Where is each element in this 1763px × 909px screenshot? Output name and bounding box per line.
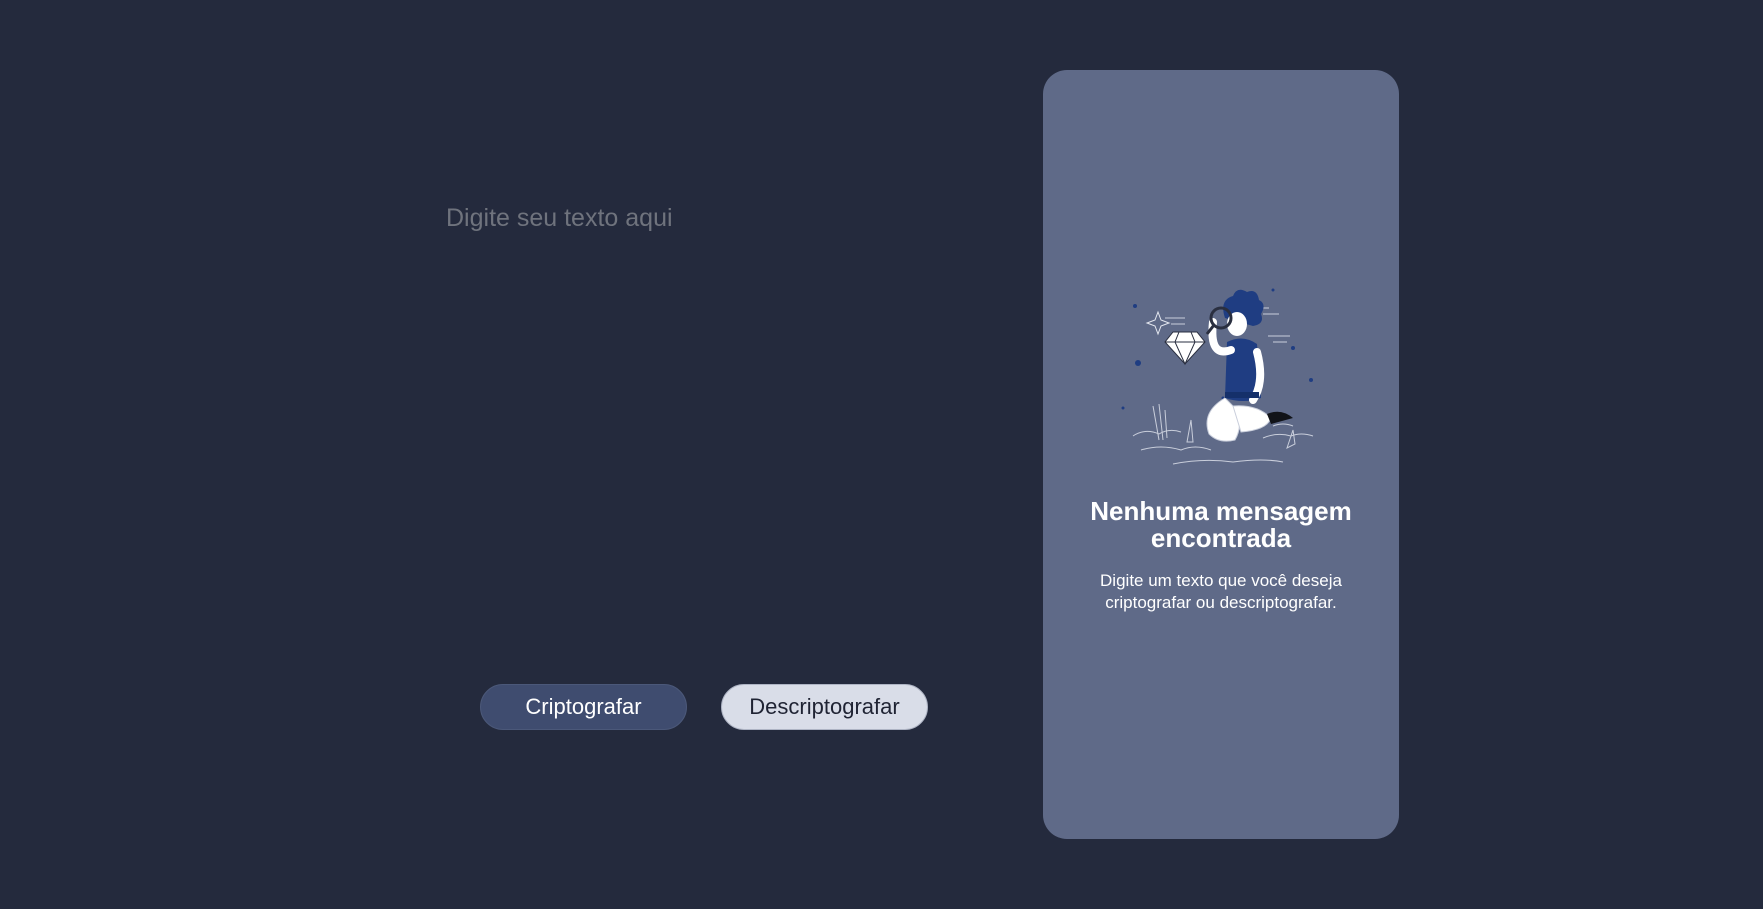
person-with-magnifier-illustration-icon <box>1121 288 1314 465</box>
encrypt-button[interactable]: Criptografar <box>480 684 687 730</box>
message-input[interactable] <box>440 196 946 656</box>
output-panel: Nenhuma mensagem encontrada Digite um te… <box>1043 70 1399 839</box>
decrypt-button[interactable]: Descriptografar <box>721 684 928 730</box>
empty-state-description: Digite um texto que você deseja criptogr… <box>1100 571 1342 612</box>
empty-state-title: Nenhuma mensagem encontrada <box>1090 496 1352 553</box>
